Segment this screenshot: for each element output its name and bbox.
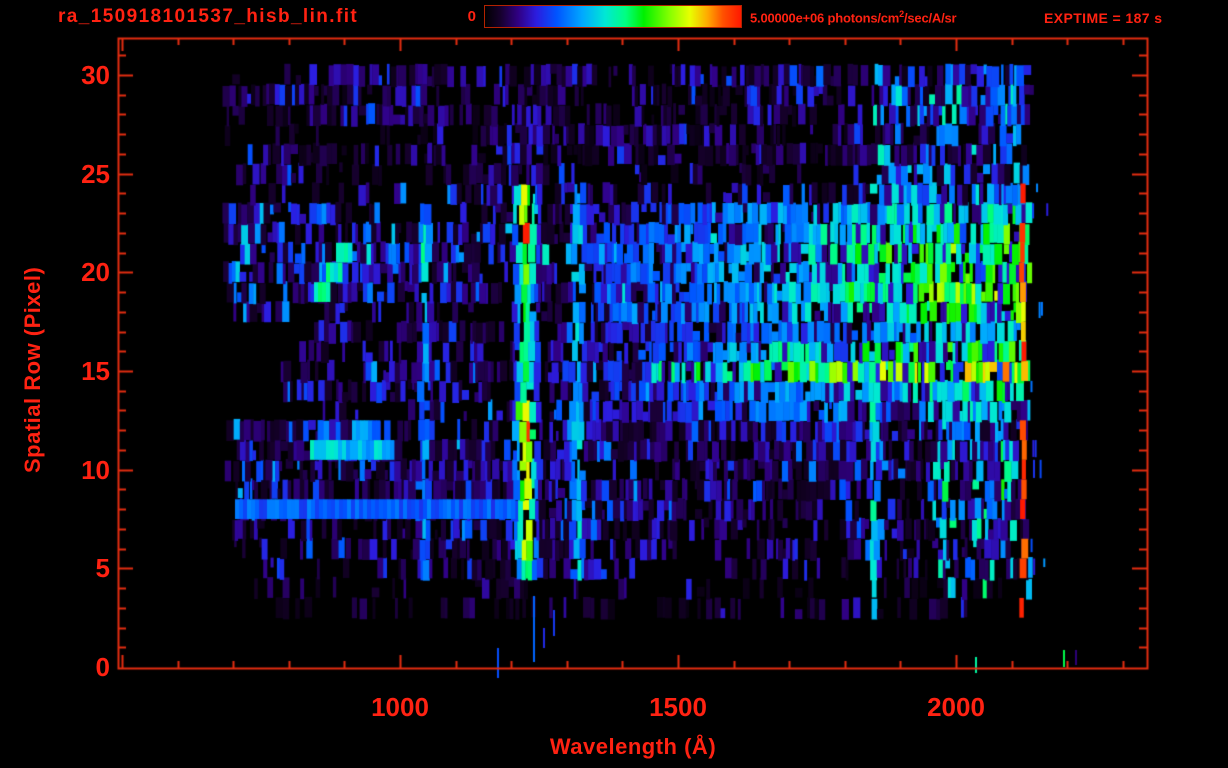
x-tick-label-1500: 1500 (649, 692, 707, 722)
exptime-label: EXPTIME = 187 s (1044, 10, 1163, 26)
spectral-image-canvas (0, 0, 1228, 768)
colorbar-max-value: 5.00000e+06 photons/cm (750, 10, 900, 26)
colorbar-max-label: 5.00000e+06 photons/cm2/sec/A/sr (750, 9, 957, 26)
filename-title: ra_150918101537_hisb_lin.fit (58, 6, 359, 27)
x-tick-label-1000: 1000 (371, 692, 429, 722)
y-tick-label-0: 0 (95, 652, 110, 682)
colorbar-min-label: 0 (467, 8, 476, 25)
colorbar-units-suffix: /sec/A/sr (903, 10, 957, 26)
spectrograph-quicklook-screen: ra_150918101537_hisb_lin.fit 0 5.00000e+… (0, 0, 1228, 768)
x-axis-title: Wavelength (Å) (549, 734, 717, 759)
y-tick-label-20: 20 (81, 257, 110, 288)
y-tick-label-30: 30 (81, 60, 110, 90)
x-tick-label-2000: 2000 (927, 692, 985, 722)
colorbar (484, 5, 742, 28)
y-tick-label-15: 15 (81, 356, 110, 386)
y-tick-label-10: 10 (81, 454, 110, 485)
y-tick-label-5: 5 (95, 553, 110, 584)
y-axis-title: Spatial Row (Pixel) (20, 266, 45, 473)
y-tick-label-25: 25 (81, 158, 110, 189)
